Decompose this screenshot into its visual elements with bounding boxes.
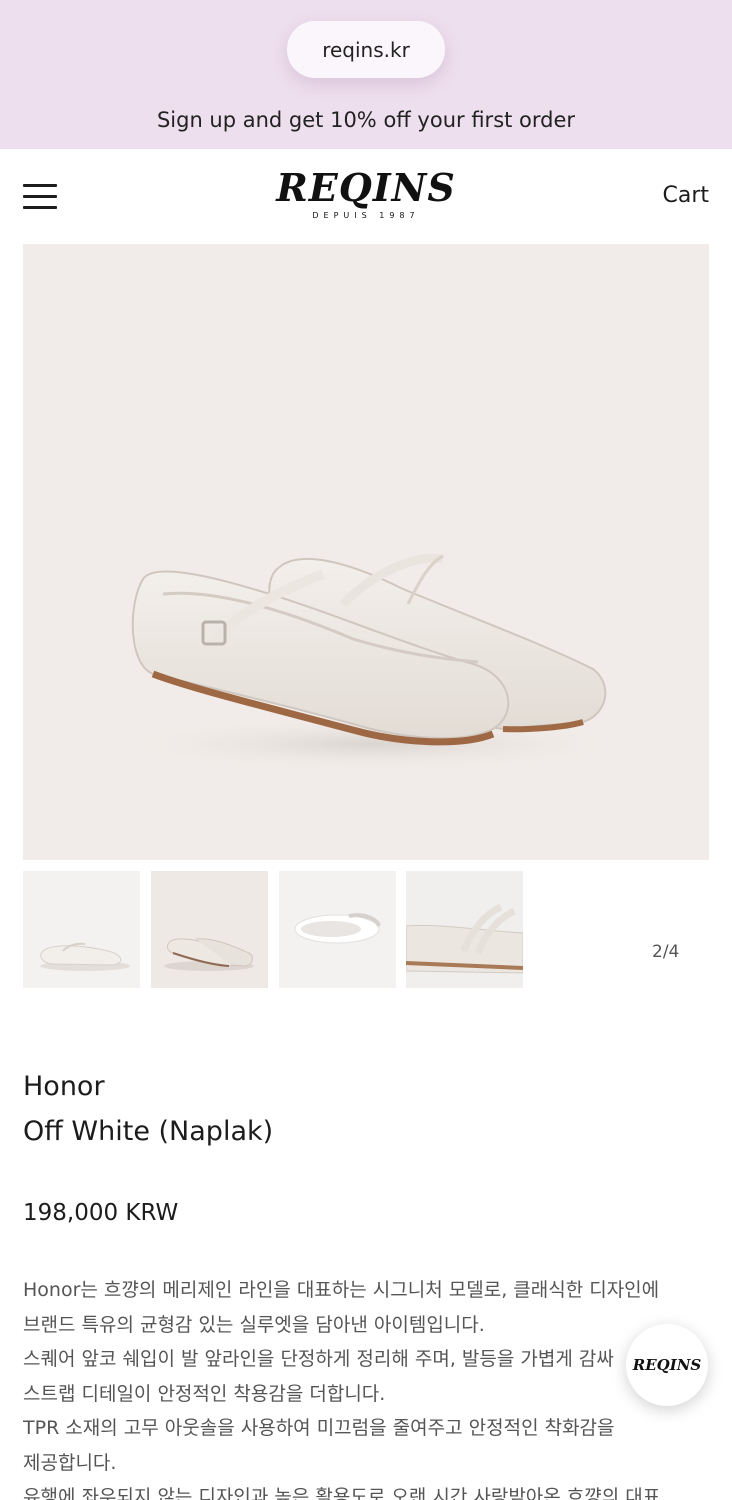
description-line: 스트랩 디테일이 안정적인 착용감을 더합니다. — [23, 1382, 386, 1405]
thumbnail-shoe-image — [164, 938, 254, 971]
product-main-image[interactable] — [23, 244, 709, 860]
hamburger-menu-icon[interactable] — [23, 184, 57, 210]
floating-brand-button[interactable]: REQINS — [626, 1324, 708, 1406]
product-description: Honor는 흐꺙의 메리제인 라인을 대표하는 시그니처 모델로, 클래식한 … — [23, 1273, 713, 1500]
thumbnail-3[interactable] — [279, 871, 396, 988]
description-line: Honor는 흐꺙의 메리제인 라인을 대표하는 시그니처 모델로, 클래식한 … — [23, 1279, 660, 1301]
thumbnail-2[interactable] — [151, 871, 268, 988]
description-line: 제공합니다. — [23, 1451, 117, 1474]
thumbnail-shoe-image — [294, 913, 381, 944]
product-price: 198,000 KRW — [23, 1200, 179, 1226]
shoe-pair-image — [113, 553, 633, 772]
thumbnail-shoe-image — [406, 903, 523, 974]
description-line: 유행에 좌우되지 않는 디자인과 높은 활용도로 오랜 시간 사랑받아온 흐꺙의… — [23, 1486, 661, 1500]
logo-tagline: DEPUIS 1987 — [312, 211, 420, 220]
thumbnail-1[interactable] — [23, 871, 140, 988]
product-title: Honor Off White (Naplak) — [23, 1064, 273, 1154]
gallery-counter: 2/4 — [652, 942, 680, 962]
description-line: 스퀘어 앞코 쉐입이 발 앞라인을 단정하게 정리해 주며, 발등을 가볍게 감… — [23, 1348, 614, 1370]
logo-wordmark: REQINS — [276, 165, 456, 210]
promo-banner: reqins.kr Sign up and get 10% off your f… — [0, 0, 732, 149]
brand-logo[interactable]: REQINS DEPUIS 1987 — [272, 163, 460, 227]
url-pill[interactable]: reqins.kr — [287, 21, 445, 78]
thumbnail-4[interactable] — [406, 871, 523, 988]
thumbnail-shoe-image — [40, 942, 130, 971]
product-name: Honor — [23, 1071, 105, 1102]
cart-link[interactable]: Cart — [662, 183, 709, 208]
promo-message[interactable]: Sign up and get 10% off your first order — [0, 108, 732, 132]
product-color: Off White (Naplak) — [23, 1116, 274, 1147]
description-line: 브랜드 특유의 균형감 있는 실루엣을 담아낸 아이템입니다. — [23, 1313, 485, 1336]
description-line: TPR 소재의 고무 아웃솔을 사용하여 미끄럼을 줄여주고 안정적인 착화감을 — [23, 1417, 615, 1439]
floating-badge-logo: REQINS — [632, 1356, 702, 1374]
